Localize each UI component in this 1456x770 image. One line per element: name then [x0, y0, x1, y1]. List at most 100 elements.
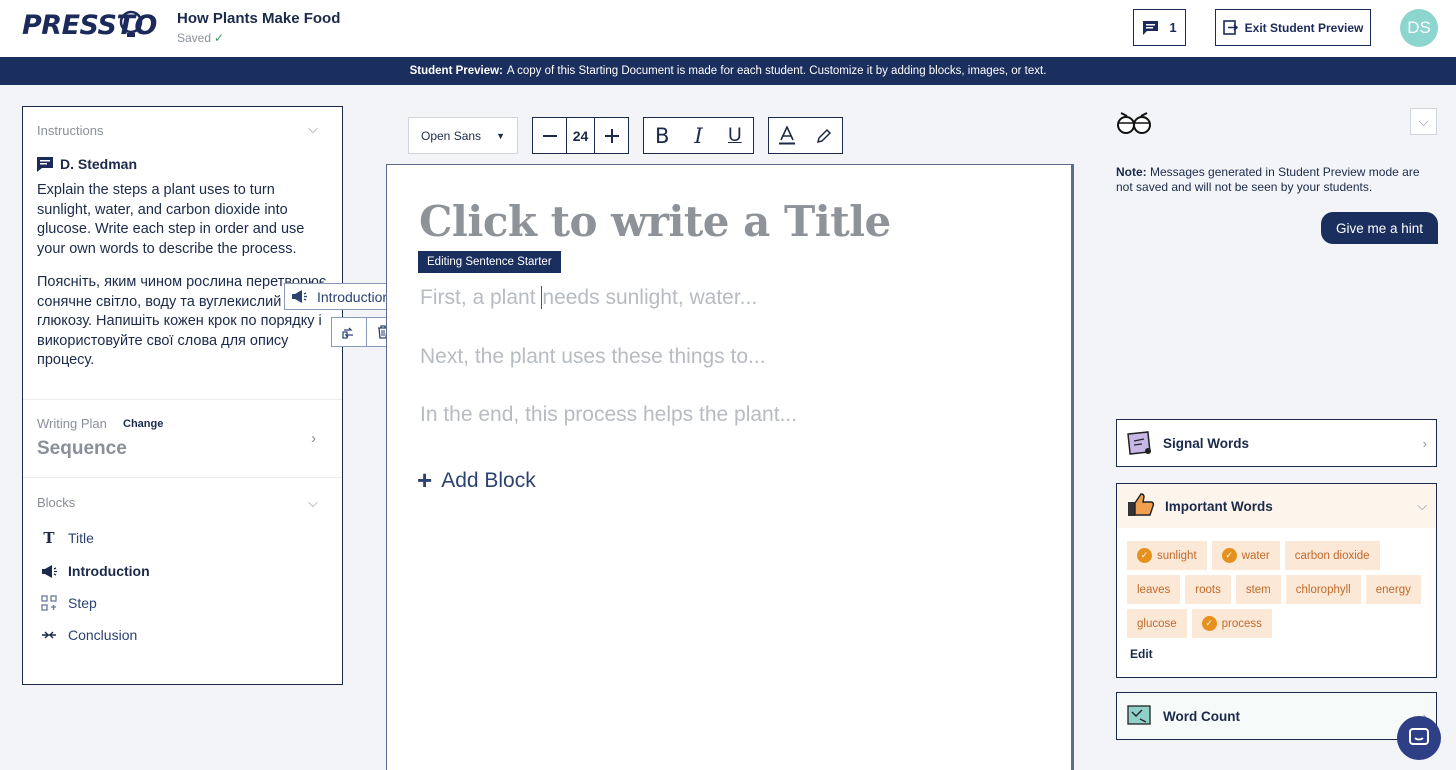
editing-sentence-starter-tag: Editing Sentence Starter	[418, 251, 561, 273]
important-words-list: ✓ sunlight ✓ water carbon dioxide leaves roots…	[1127, 541, 1427, 638]
user-avatar[interactable]: DS	[1400, 9, 1438, 47]
word-text: chlorophyll	[1295, 583, 1351, 596]
document-title[interactable]: How Plants Make Food	[177, 10, 340, 27]
word-text: glucose	[1137, 617, 1177, 630]
important-words-header[interactable]: Important Words ⌵	[1117, 484, 1436, 528]
block-type-tag[interactable]: Introduction	[284, 283, 400, 310]
chevron-down-icon[interactable]: ⌵	[308, 495, 318, 511]
block-type-label: Introduction	[317, 288, 391, 305]
blocks-label: Blocks	[37, 495, 76, 510]
word-count-card[interactable]: Word Count ›	[1116, 692, 1437, 740]
conclusion-icon	[41, 627, 57, 643]
banner-bold: Student Preview:	[409, 65, 503, 77]
font-family-select[interactable]: Open Sans ▼	[408, 117, 518, 154]
exit-student-preview-button[interactable]: Exit Student Preview	[1215, 9, 1371, 46]
title-placeholder[interactable]: Click to write a Title	[419, 197, 891, 246]
text-format-group: B I U	[643, 117, 754, 154]
exit-label: Exit Student Preview	[1244, 20, 1364, 35]
sentence-starter-step[interactable]: Next, the plant uses these things to...	[420, 345, 766, 369]
steps-icon	[41, 595, 57, 611]
chevron-right-icon: ›	[1422, 435, 1427, 451]
student-preview-banner: Student Preview: A copy of this Starting…	[0, 57, 1456, 85]
signal-words-icon	[1127, 431, 1151, 455]
banner-text: A copy of this Starting Document is made…	[506, 65, 1047, 77]
give-hint-button[interactable]: Give me a hint	[1321, 212, 1438, 244]
assistant-eyes-icon	[1117, 112, 1151, 134]
font-size-value[interactable]: 24	[567, 118, 595, 153]
color-tools	[768, 117, 843, 154]
divider	[23, 399, 342, 400]
block-item-step[interactable]: Step	[41, 595, 97, 611]
important-word-chip[interactable]: ✓ process	[1191, 609, 1272, 638]
important-word-chip[interactable]: stem	[1235, 575, 1281, 604]
block-label: Step	[68, 595, 97, 611]
edit-words-link[interactable]: Edit	[1130, 647, 1153, 661]
chevron-right-icon[interactable]: ›	[311, 430, 316, 447]
word-text: process	[1221, 617, 1262, 630]
important-word-chip[interactable]: roots	[1185, 575, 1231, 604]
word-text: carbon dioxide	[1294, 549, 1370, 562]
writing-plan-label: Writing Plan	[37, 416, 107, 431]
chat-support-button[interactable]	[1397, 716, 1441, 760]
chevron-down-icon[interactable]: ⌵	[308, 121, 318, 137]
signal-words-card[interactable]: Signal Words ›	[1116, 419, 1437, 467]
plus-icon: +	[417, 465, 433, 495]
comment-icon	[1143, 20, 1159, 35]
comments-button[interactable]: 1	[1133, 9, 1186, 46]
document-editor[interactable]: Click to write a Title Editing Sentence …	[386, 164, 1074, 770]
preview-note: Note: Messages generated in Student Prev…	[1116, 165, 1436, 194]
increase-size-button[interactable]	[595, 118, 628, 153]
bold-icon[interactable]: B	[644, 118, 680, 153]
add-block-button[interactable]: + Add Block	[417, 465, 536, 496]
chat-icon	[1409, 728, 1429, 745]
comment-icon	[37, 157, 53, 172]
sentence-starter-conclusion[interactable]: In the end, this process helps the plant…	[420, 403, 797, 427]
important-word-chip[interactable]: carbon dioxide	[1284, 541, 1380, 570]
saved-status: Saved ✓	[177, 31, 224, 45]
saved-text: Saved	[177, 31, 212, 45]
word-text: energy	[1375, 583, 1411, 596]
chevron-down-icon[interactable]: ⌵	[1410, 108, 1437, 135]
highlight-pen-icon[interactable]	[806, 118, 843, 153]
lightbulb-logo-icon	[119, 10, 143, 37]
teacher-name: D. Stedman	[60, 156, 138, 172]
plus-icon	[604, 128, 619, 143]
starter-text-b: needs sunlight, water...	[542, 286, 758, 309]
swap-block-icon[interactable]	[332, 318, 367, 346]
important-words-label: Important Words	[1165, 498, 1273, 514]
word-count-label: Word Count	[1163, 708, 1240, 724]
chevron-down-icon: ⌵	[1417, 498, 1427, 513]
block-label: Conclusion	[68, 627, 138, 643]
divider	[23, 477, 342, 478]
thumbs-up-icon	[1128, 493, 1155, 516]
block-label: Introduction	[68, 563, 150, 579]
important-word-chip[interactable]: ✓ sunlight	[1127, 541, 1207, 570]
important-word-chip[interactable]: energy	[1365, 575, 1421, 604]
exit-icon	[1222, 20, 1238, 35]
block-label: Title	[68, 530, 94, 546]
decrease-size-button[interactable]	[533, 118, 567, 153]
check-circle-icon: ✓	[1201, 616, 1217, 631]
word-text: water	[1241, 549, 1270, 562]
important-word-chip[interactable]: leaves	[1127, 575, 1181, 604]
writing-plan-value: Sequence	[37, 438, 127, 459]
underline-icon[interactable]: U	[717, 118, 753, 153]
signal-words-label: Signal Words	[1163, 435, 1250, 451]
block-item-introduction[interactable]: Introduction	[41, 563, 150, 579]
italic-icon[interactable]: I	[680, 118, 716, 153]
instructions-english: Explain the steps a plant uses to turn s…	[37, 182, 305, 257]
block-item-conclusion[interactable]: Conclusion	[41, 627, 137, 643]
important-word-chip[interactable]: ✓ water	[1211, 541, 1280, 570]
change-plan-link[interactable]: Change	[123, 418, 163, 430]
note-text: Messages generated in Student Preview mo…	[1116, 165, 1420, 194]
text-color-icon[interactable]	[769, 118, 806, 153]
add-block-label: Add Block	[441, 468, 536, 492]
important-word-chip[interactable]: glucose	[1127, 609, 1187, 638]
starter-text-a: First, a plant	[420, 286, 542, 309]
word-text: stem	[1245, 583, 1271, 596]
important-word-chip[interactable]: chlorophyll	[1285, 575, 1361, 604]
sentence-starter-intro[interactable]: First, a plant needs sunlight, water...	[420, 286, 757, 310]
important-words-card: Important Words ⌵ ✓ sunlight ✓ water carbon …	[1116, 483, 1437, 678]
megaphone-icon	[41, 563, 57, 579]
block-item-title[interactable]: T Title	[41, 529, 94, 547]
